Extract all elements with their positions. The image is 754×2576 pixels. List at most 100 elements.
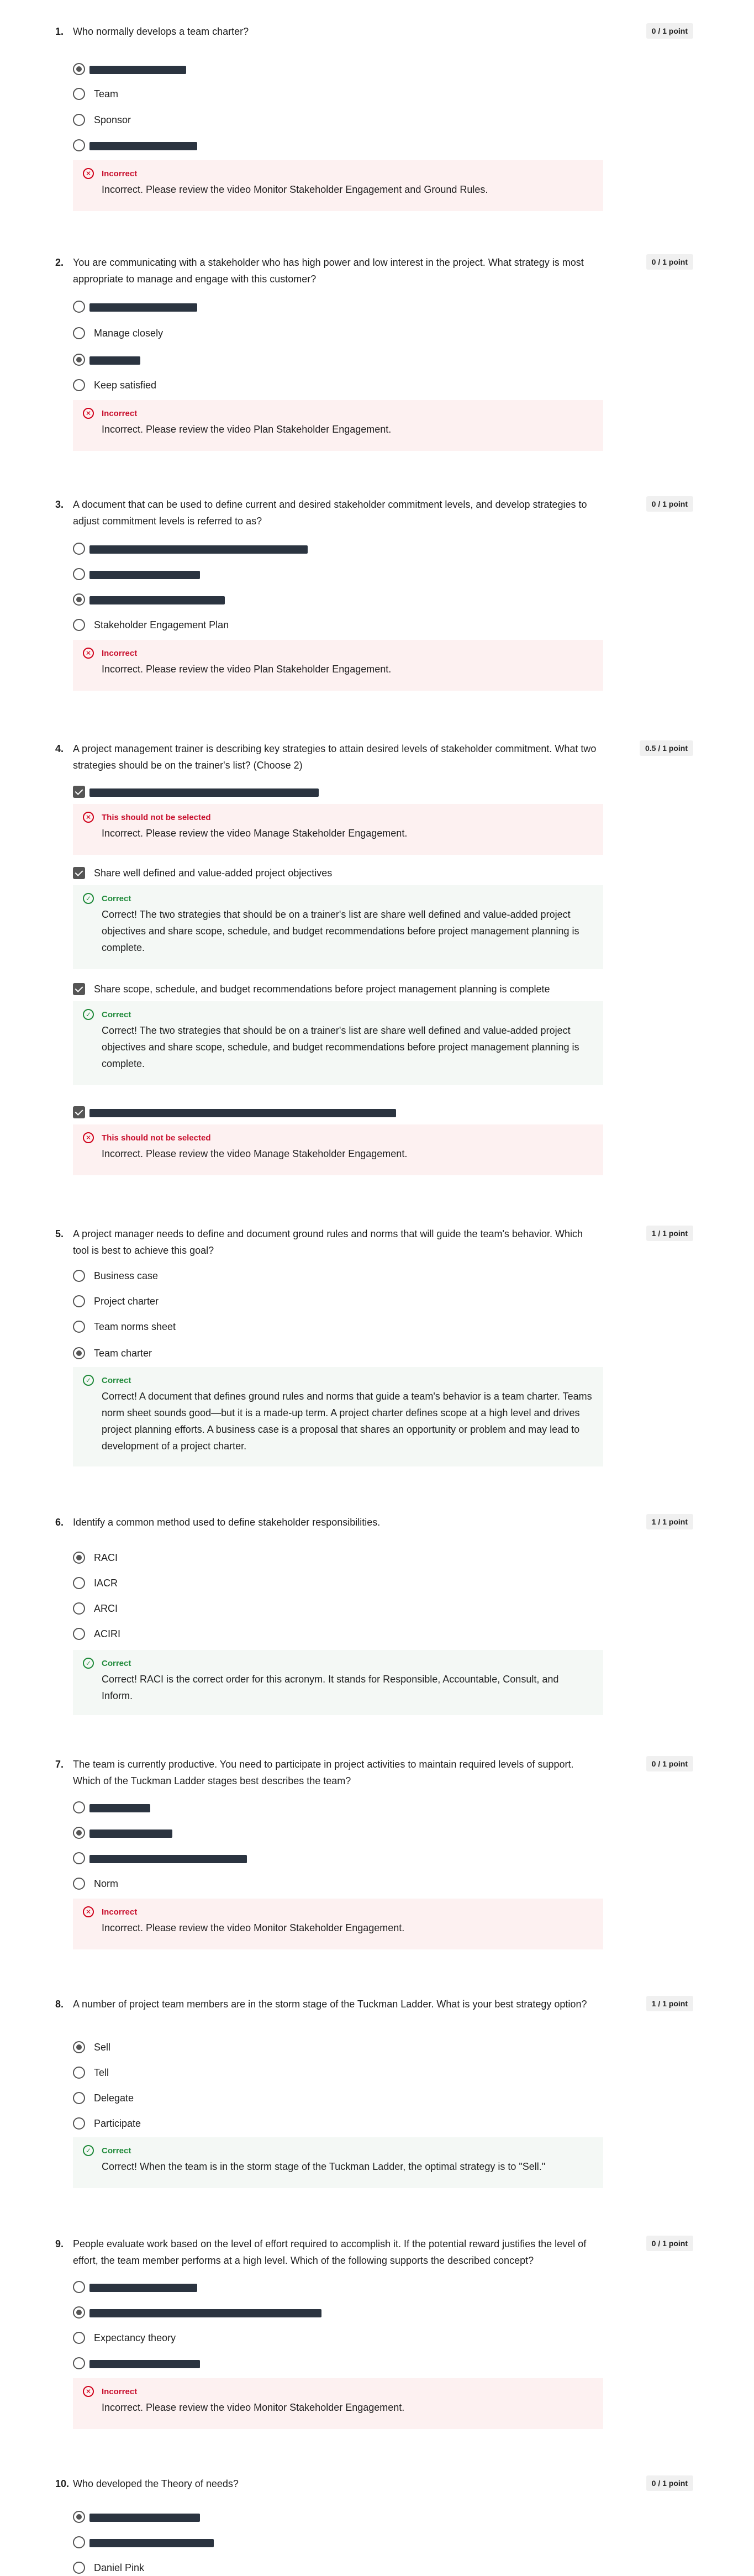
score-badge: 0 / 1 point xyxy=(646,2475,693,2491)
radio-selected[interactable] xyxy=(73,2511,85,2523)
answer-option[interactable] xyxy=(73,2534,598,2551)
radio-unselected[interactable] xyxy=(73,327,85,339)
redaction-bar xyxy=(89,788,319,797)
radio-unselected[interactable] xyxy=(73,1602,85,1615)
radio-selected[interactable] xyxy=(73,2041,85,2053)
checkbox-checked[interactable] xyxy=(73,1106,85,1118)
check-circle-icon: ✓ xyxy=(83,1658,94,1669)
answer-option[interactable]: Manage closely xyxy=(73,325,598,341)
answer-option[interactable]: Tell xyxy=(73,2064,598,2081)
question-text: Who normally develops a team charter? xyxy=(73,26,249,37)
answer-option[interactable]: Stakeholder Engagement Plan xyxy=(73,617,598,633)
radio-unselected[interactable] xyxy=(73,2536,85,2548)
answer-option[interactable] xyxy=(73,2355,598,2372)
radio-unselected[interactable] xyxy=(73,1628,85,1640)
question-header: 5. A project manager needs to define and … xyxy=(0,1226,754,1259)
answer-option[interactable]: Daniel Pink xyxy=(73,2559,598,2576)
score-badge: 1 / 1 point xyxy=(646,1514,693,1529)
radio-unselected[interactable] xyxy=(73,301,85,313)
radio-unselected[interactable] xyxy=(73,1270,85,1282)
answer-option[interactable] xyxy=(73,137,598,154)
answer-option[interactable] xyxy=(73,591,598,608)
answer-option[interactable]: Sell xyxy=(73,2039,598,2055)
radio-unselected[interactable] xyxy=(73,543,85,555)
answer-option[interactable]: Team charter xyxy=(73,1345,598,1361)
radio-unselected[interactable] xyxy=(73,139,85,151)
redaction-bar xyxy=(89,2309,321,2317)
radio-unselected[interactable] xyxy=(73,619,85,631)
radio-selected[interactable] xyxy=(73,1552,85,1564)
answer-option[interactable] xyxy=(73,298,598,315)
answer-option[interactable]: Business case xyxy=(73,1268,598,1284)
radio-unselected[interactable] xyxy=(73,2067,85,2079)
answer-option[interactable]: IACR xyxy=(73,1575,598,1591)
radio-selected[interactable] xyxy=(73,2306,85,2319)
radio-unselected[interactable] xyxy=(73,114,85,126)
radio-unselected[interactable] xyxy=(73,1852,85,1864)
answer-option[interactable] xyxy=(73,2509,598,2525)
answer-option[interactable] xyxy=(73,351,598,368)
option-label: Share scope, schedule, and budget recomm… xyxy=(94,984,550,995)
option-label: Norm xyxy=(94,1878,118,1889)
radio-unselected[interactable] xyxy=(73,1321,85,1333)
radio-unselected[interactable] xyxy=(73,2092,85,2104)
question-number: 3. xyxy=(55,499,64,510)
radio-unselected[interactable] xyxy=(73,2357,85,2369)
checkbox-checked[interactable] xyxy=(73,786,85,798)
answer-option[interactable]: Share scope, schedule, and budget recomm… xyxy=(73,981,598,997)
answer-option[interactable] xyxy=(73,61,598,77)
option-label: RACI xyxy=(94,1552,118,1563)
answer-option[interactable]: Delegate xyxy=(73,2090,598,2106)
radio-selected[interactable] xyxy=(73,63,85,75)
answer-option[interactable]: ARCI xyxy=(73,1600,598,1617)
redaction-bar xyxy=(89,2360,200,2368)
radio-unselected[interactable] xyxy=(73,2332,85,2344)
radio-unselected[interactable] xyxy=(73,88,85,100)
radio-unselected[interactable] xyxy=(73,2117,85,2130)
radio-unselected[interactable] xyxy=(73,568,85,580)
radio-unselected[interactable] xyxy=(73,1295,85,1307)
answer-option[interactable] xyxy=(73,2279,598,2295)
answer-option[interactable]: Norm xyxy=(73,1875,598,1892)
answer-option[interactable] xyxy=(73,784,598,800)
answer-option[interactable] xyxy=(73,1104,598,1121)
checkbox-checked[interactable] xyxy=(73,867,85,879)
radio-selected[interactable] xyxy=(73,1827,85,1839)
answer-option[interactable] xyxy=(73,1799,598,1816)
feedback-title: Incorrect xyxy=(102,169,138,178)
radio-unselected[interactable] xyxy=(73,2562,85,2574)
answer-option[interactable]: Project charter xyxy=(73,1293,598,1310)
answer-option[interactable]: Team xyxy=(73,86,598,102)
answer-option[interactable]: Sponsor xyxy=(73,112,598,128)
feedback-message: Correct! A document that defines ground … xyxy=(102,1391,592,1452)
answer-option[interactable]: Keep satisfied xyxy=(73,377,598,393)
question-text: You are communicating with a stakeholder… xyxy=(73,257,584,285)
answer-option[interactable] xyxy=(73,566,598,582)
radio-unselected[interactable] xyxy=(73,1801,85,1813)
radio-selected[interactable] xyxy=(73,354,85,366)
answer-option[interactable]: Team norms sheet xyxy=(73,1318,598,1335)
radio-unselected[interactable] xyxy=(73,1577,85,1589)
answer-option[interactable]: Expectancy theory xyxy=(73,2330,598,2346)
answer-option[interactable]: ACIRI xyxy=(73,1626,598,1642)
radio-unselected[interactable] xyxy=(73,2281,85,2293)
feedback-incorrect: ✕ Incorrect Incorrect. Please review the v… xyxy=(73,1899,603,1949)
x-circle-icon: ✕ xyxy=(83,1906,94,1917)
answer-option[interactable] xyxy=(73,1850,598,1867)
radio-unselected[interactable] xyxy=(73,1878,85,1890)
radio-selected[interactable] xyxy=(73,1347,85,1359)
answer-option[interactable]: RACI xyxy=(73,1549,598,1566)
option-label: Tell xyxy=(94,2067,109,2078)
question-header: 4. A project management trainer is descri… xyxy=(0,740,754,774)
feedback-correct: ✓ Correct Correct! The two strategies that… xyxy=(73,1001,603,1085)
answer-option[interactable]: Share well defined and value-added proje… xyxy=(73,865,598,881)
answer-option[interactable] xyxy=(73,2304,598,2321)
radio-selected[interactable] xyxy=(73,593,85,606)
question-text: The team is currently productive. You ne… xyxy=(73,1759,574,1786)
answer-option[interactable] xyxy=(73,1825,598,1841)
checkbox-checked[interactable] xyxy=(73,983,85,995)
radio-unselected[interactable] xyxy=(73,379,85,391)
feedback-message: Incorrect. Please review the video Manag… xyxy=(102,828,408,839)
answer-option[interactable] xyxy=(73,540,598,557)
answer-option[interactable]: Participate xyxy=(73,2115,598,2132)
